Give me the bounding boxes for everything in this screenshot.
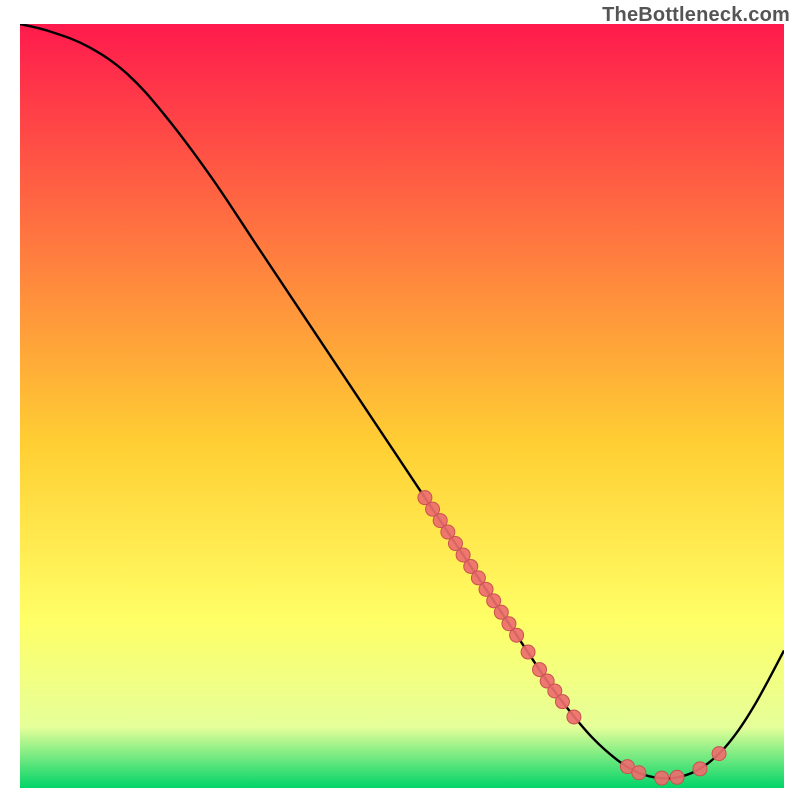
chart-container: TheBottleneck.com xyxy=(0,0,800,800)
data-marker xyxy=(655,771,669,785)
data-marker xyxy=(712,747,726,761)
data-marker xyxy=(693,762,707,776)
data-marker xyxy=(567,710,581,724)
data-marker xyxy=(555,695,569,709)
data-marker xyxy=(670,770,684,784)
chart-svg xyxy=(20,24,784,788)
plot-area xyxy=(20,24,784,788)
data-marker xyxy=(510,628,524,642)
watermark-text: TheBottleneck.com xyxy=(602,4,790,27)
gradient-background xyxy=(20,24,784,788)
data-marker xyxy=(632,766,646,780)
data-marker xyxy=(521,645,535,659)
